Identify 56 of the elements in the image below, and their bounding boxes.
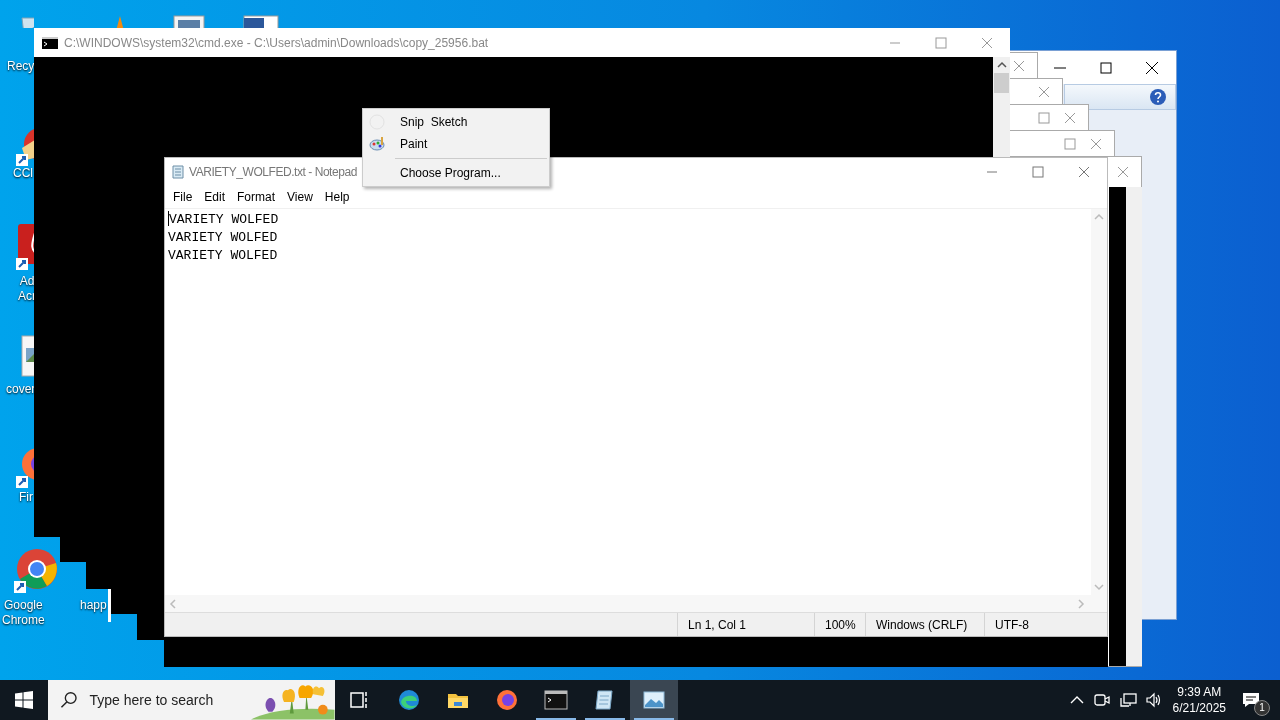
icon-label: Fir [19,490,33,505]
camera-icon[interactable] [1092,692,1111,708]
menu-item[interactable]: Paint [365,133,547,155]
window-title: C:\WINDOWS\system32\cmd.exe - C:\Users\admin\Downloads\copy_25956.bat [64,35,489,50]
menu-item[interactable]: Format [231,190,282,204]
icon-label: Google Chrome [2,598,45,628]
browser-icon [397,688,421,712]
status-text: Ln 1, Col 1 [677,613,814,636]
maximize-icon[interactable] [1099,60,1113,75]
status-text: 100% [814,613,865,636]
maximize-icon[interactable] [1064,137,1076,150]
taskbar-app[interactable] [630,680,678,720]
icon-label: Recy [7,59,35,74]
icon-label: happ [80,598,107,613]
text-line: VARIETY WOLFED [168,247,279,265]
text-line: VARIETY WOLFED [168,229,279,247]
terminal-icon [544,688,568,712]
status-text: UTF-8 [984,613,1084,636]
window-edge [108,589,111,622]
volume-icon[interactable] [1144,692,1163,708]
maximize-icon[interactable] [1038,111,1050,124]
status-text: Windows (CRLF) [865,613,984,636]
close-icon [1078,166,1090,178]
menu-item[interactable]: View [281,190,319,204]
search-field[interactable]: Type here to search [87,691,242,709]
menu-item[interactable]: Snip Sketch [365,111,547,133]
clock[interactable]: 9:39 AM 6/21/2025 [1172,684,1226,716]
menu-item[interactable]: Edit [198,190,232,204]
terminal-icon [42,36,58,49]
scroll-up-icon[interactable] [996,61,1007,69]
palette-icon [369,136,385,152]
image-icon [642,688,666,712]
network-icon[interactable] [1118,692,1137,708]
close-icon[interactable] [1145,60,1159,75]
icon-label: cover [6,382,36,397]
notification-badge: 1 [1254,700,1270,716]
notification-icon[interactable] [1241,690,1261,710]
text-editor[interactable]: VARIETY WOLFED VARIETY WOLFED VARIETY WOLFED [165,209,1091,595]
menu-item[interactable]: Help [318,190,356,204]
help-icon[interactable] [1149,88,1167,106]
scroll-thumb[interactable] [994,73,1009,93]
maximize-icon [1032,166,1044,178]
search-bar[interactable]: Type here to search [48,680,335,720]
search-icon [60,691,78,709]
text-line: VARIETY WOLFED [168,211,280,229]
menu-item[interactable]: File [167,190,199,204]
menu-item[interactable]: Choose Program... [365,162,547,184]
windows-logo-icon [15,691,33,709]
maximize-icon [935,36,947,49]
icon-label: CCl [13,166,33,181]
notepad-icon [170,164,186,180]
firefox-icon [495,688,519,712]
scrollbar[interactable] [1126,187,1142,666]
close-icon [981,36,993,49]
window-title: VARIETY_WOLFED.txt - Notepad [189,165,357,179]
icon-label: Ad Acr [18,274,36,304]
